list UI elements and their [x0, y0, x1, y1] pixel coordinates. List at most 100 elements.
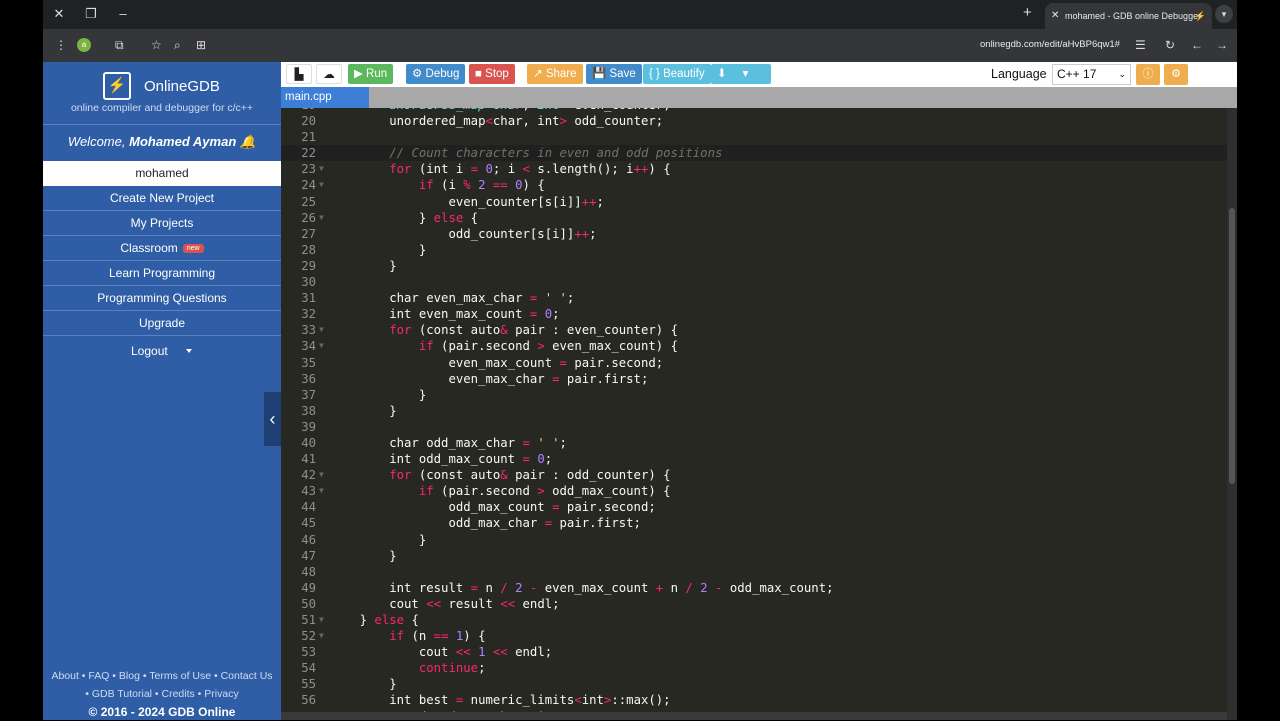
code-line[interactable]: 29 }	[281, 258, 1227, 274]
zoom-icon[interactable]: ⌕	[174, 38, 181, 53]
code-line[interactable]: 49 int result = n / 2 - even_max_count +…	[281, 580, 1227, 596]
code-text[interactable]: }	[330, 242, 426, 258]
code-line[interactable]: 24 ▼ if (i % 2 == 0) {	[281, 177, 1227, 193]
save-button[interactable]: 💾 Save	[586, 64, 642, 84]
code-text[interactable]: int best = numeric_limits<int>::max();	[330, 692, 670, 708]
code-text[interactable]: odd_max_char = pair.first;	[330, 515, 641, 531]
code-text[interactable]: char odd_max_char = ' ';	[330, 435, 567, 451]
code-text[interactable]: if (n == 1) {	[330, 628, 485, 644]
footer-links-1[interactable]: About • FAQ • Blog • Terms of Use • Cont…	[43, 667, 281, 685]
extensions-icon[interactable]: ⧉	[115, 38, 124, 53]
code-text[interactable]: even_max_char = pair.first;	[330, 371, 648, 387]
code-text[interactable]: if (pair.second > even_max_count) {	[330, 338, 678, 354]
stop-button[interactable]: ■ Stop	[469, 64, 515, 84]
code-line[interactable]: 27 odd_counter[s[i]]++;	[281, 226, 1227, 242]
code-text[interactable]: if (pair.second > odd_max_count) {	[330, 483, 671, 499]
site-settings-icon[interactable]: ☰	[1135, 38, 1146, 52]
code-text[interactable]: }	[330, 387, 426, 403]
scroll-thumb[interactable]	[1229, 208, 1235, 484]
code-line[interactable]: 51 ▼ } else {	[281, 612, 1227, 628]
line-number[interactable]: 54	[281, 660, 316, 676]
line-number[interactable]: 25	[281, 194, 316, 210]
line-number[interactable]: 45	[281, 515, 316, 531]
code-line[interactable]: 36 even_max_char = pair.first;	[281, 371, 1227, 387]
onlinegdb-logo-icon[interactable]: ⚡	[103, 72, 131, 100]
menu-programming-questions[interactable]: Programming Questions	[43, 286, 281, 311]
back-icon[interactable]: ←	[1191, 38, 1203, 52]
code-text[interactable]: } else {	[330, 210, 478, 226]
line-number[interactable]: 36	[281, 371, 316, 387]
fold-arrow-icon[interactable]: ▼	[319, 612, 324, 628]
line-number[interactable]: 43	[281, 483, 316, 499]
code-text[interactable]: even_max_count = pair.second;	[330, 355, 663, 371]
gear-icon[interactable]: ⚙	[1164, 64, 1188, 85]
new-tab-icon[interactable]: +	[1023, 4, 1032, 21]
code-text[interactable]: }	[330, 532, 426, 548]
code-text[interactable]: for (int i = 0; i < s.length(); i++) {	[330, 161, 670, 177]
upload-file-icon[interactable]: ☁	[316, 64, 342, 84]
code-line[interactable]: 30	[281, 274, 1227, 290]
line-number[interactable]: 38	[281, 403, 316, 419]
code-line[interactable]: 45 odd_max_char = pair.first;	[281, 515, 1227, 531]
code-line[interactable]: 44 odd_max_count = pair.second;	[281, 499, 1227, 515]
line-number[interactable]: 21	[281, 129, 316, 145]
line-number[interactable]: 41	[281, 451, 316, 467]
line-number[interactable]: 52	[281, 628, 316, 644]
fold-arrow-icon[interactable]: ▼	[319, 483, 324, 499]
file-tab-main-cpp[interactable]: main.cpp	[281, 87, 369, 108]
debug-button[interactable]: ⚙ Debug	[406, 64, 466, 84]
minimize-window-icon[interactable]: –	[115, 6, 131, 21]
line-number[interactable]: 30	[281, 274, 316, 290]
code-text[interactable]: }	[330, 403, 396, 419]
line-number[interactable]: 42	[281, 467, 316, 483]
more-icon[interactable]: ⋮	[55, 38, 67, 52]
code-line[interactable]: 56 int best = numeric_limits<int>::max()…	[281, 692, 1227, 708]
line-number[interactable]: 44	[281, 499, 316, 515]
code-line[interactable]: 54 continue;	[281, 660, 1227, 676]
line-number[interactable]: 50	[281, 596, 316, 612]
code-line[interactable]: 53 cout << 1 << endl;	[281, 644, 1227, 660]
close-window-icon[interactable]: ✕	[51, 6, 67, 22]
line-number[interactable]: 26	[281, 210, 316, 226]
line-number[interactable]: 39	[281, 419, 316, 435]
line-number[interactable]: 49	[281, 580, 316, 596]
code-line[interactable]: 46 }	[281, 532, 1227, 548]
caret-down-icon[interactable]	[186, 349, 192, 353]
line-number[interactable]: 35	[281, 355, 316, 371]
tab-search-icon[interactable]: ▾	[1215, 5, 1233, 23]
code-line[interactable]: 26 ▼ } else {	[281, 210, 1227, 226]
line-number[interactable]: 56	[281, 692, 316, 708]
run-button[interactable]: ▶ Run	[348, 64, 394, 84]
tab-close-icon[interactable]: ✕	[1051, 3, 1059, 29]
fold-arrow-icon[interactable]: ▼	[319, 177, 324, 193]
horizontal-scrollbar[interactable]	[281, 712, 1227, 720]
footer-links-2[interactable]: • GDB Tutorial • Credits • Privacy	[43, 685, 281, 703]
code-line[interactable]: 50 cout << result << endl;	[281, 596, 1227, 612]
line-number[interactable]: 33	[281, 322, 316, 338]
brand-name[interactable]: OnlineGDB	[144, 78, 220, 95]
code-text[interactable]: int result = n / 2 - even_max_count + n …	[330, 580, 833, 596]
code-line[interactable]: 38 }	[281, 403, 1227, 419]
language-select[interactable]: C++ 17 ⌄	[1052, 64, 1131, 85]
code-line[interactable]: 42 ▼ for (const auto& pair : odd_counter)…	[281, 467, 1227, 483]
line-number[interactable]: 55	[281, 676, 316, 692]
vertical-scrollbar[interactable]	[1227, 108, 1237, 720]
code-line[interactable]: 52 ▼ if (n == 1) {	[281, 628, 1227, 644]
fold-arrow-icon[interactable]: ▼	[319, 467, 324, 483]
code-text[interactable]: for (const auto& pair : odd_counter) {	[330, 467, 670, 483]
fold-arrow-icon[interactable]: ▼	[319, 338, 324, 354]
code-text[interactable]: char even_max_char = ' ';	[330, 290, 574, 306]
code-line[interactable]: 47 }	[281, 548, 1227, 564]
code-text[interactable]: int even_max_count = 0;	[330, 306, 559, 322]
code-line[interactable]: 34 ▼ if (pair.second > even_max_count) {	[281, 338, 1227, 354]
line-number[interactable]: 29	[281, 258, 316, 274]
line-number[interactable]: 32	[281, 306, 316, 322]
line-number[interactable]: 47	[281, 548, 316, 564]
code-text[interactable]: odd_max_count = pair.second;	[330, 499, 655, 515]
bookmark-star-icon[interactable]: ☆	[151, 38, 162, 52]
line-number[interactable]: 40	[281, 435, 316, 451]
line-number[interactable]: 53	[281, 644, 316, 660]
code-text[interactable]: even_counter[s[i]]++;	[330, 194, 603, 210]
line-number[interactable]: 37	[281, 387, 316, 403]
beautify-button[interactable]: { } Beautify	[643, 64, 711, 84]
